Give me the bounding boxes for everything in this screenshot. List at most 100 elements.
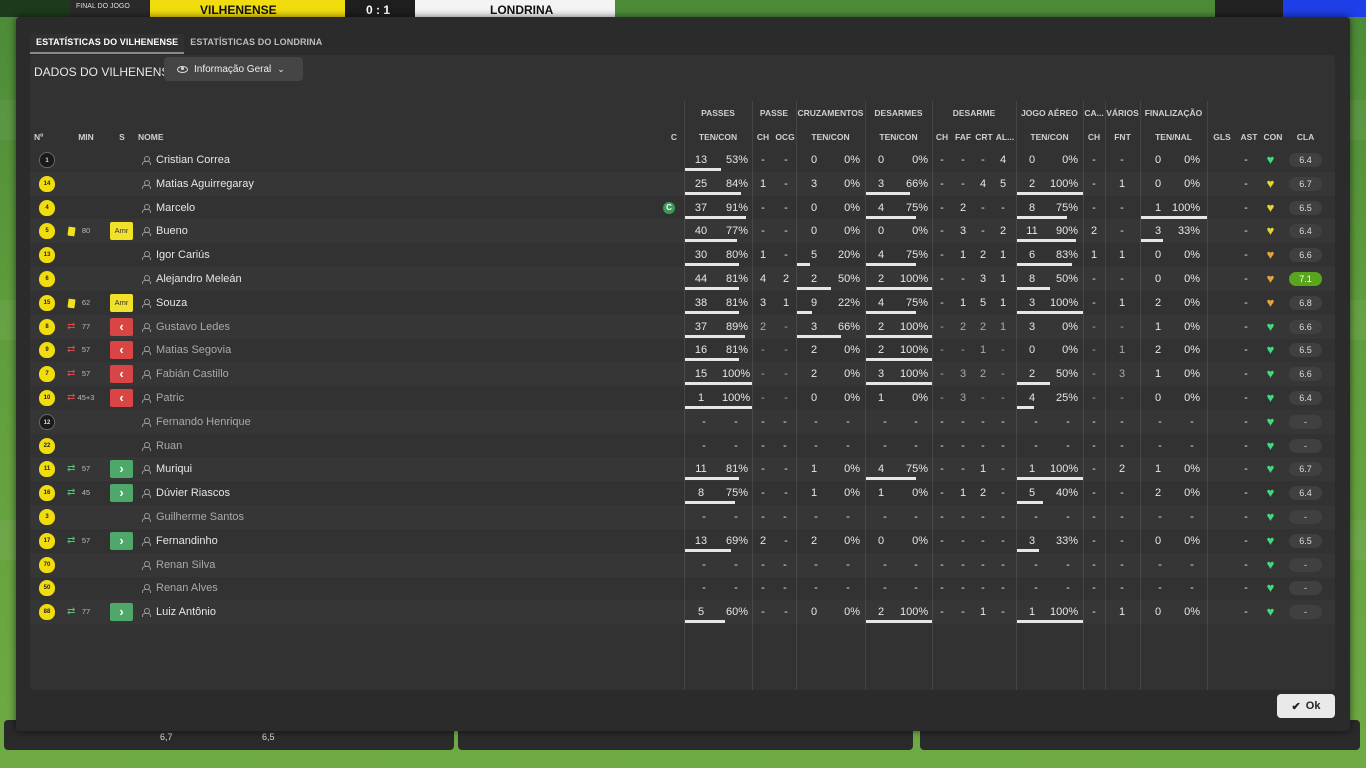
player-name[interactable]: Cristian Correa — [156, 148, 230, 172]
column-header-num[interactable]: Nº — [34, 132, 50, 142]
player-profile-icon[interactable] — [142, 465, 151, 475]
tab-londrina-stats[interactable]: ESTATÍSTICAS DO LONDRINA — [184, 34, 328, 54]
player-name[interactable]: Fabián Castillo — [156, 362, 229, 386]
player-name[interactable]: Souza — [156, 291, 187, 315]
player-row[interactable]: 11 ⇄ 57 › Muriqui 11 81% - -1 0% 4 75% - -1-1 100% -2 1 0… — [30, 457, 1335, 481]
column-header-gls[interactable]: GLS — [1207, 132, 1237, 142]
player-row[interactable]: 4 Marcelo C 37 91% - -0 0% 4 75% -2- -8 75% - -1 100% - ♥… — [30, 196, 1335, 220]
player-profile-icon[interactable] — [142, 179, 151, 189]
column-header-cruz[interactable]: TEN/CON — [796, 132, 865, 142]
column-header-min[interactable]: MIN — [74, 132, 98, 142]
empty-stat: - — [1001, 558, 1005, 571]
player-profile-icon[interactable] — [142, 489, 151, 499]
ok-button[interactable]: ✔ Ok — [1277, 694, 1335, 718]
player-row[interactable]: 70 Renan Silva - - - - - - - - - - - - - - - - - - - ♥ - — [30, 553, 1335, 577]
player-name[interactable]: Matias Segovia — [156, 338, 231, 362]
shirt-icon: 7 — [39, 366, 55, 383]
column-header-final[interactable]: TEN/NAL — [1140, 132, 1207, 142]
stat-c2: 0% — [844, 463, 860, 476]
player-name[interactable]: Gustavo Ledes — [156, 315, 230, 339]
player-profile-icon[interactable] — [142, 560, 151, 570]
player-profile-icon[interactable] — [142, 322, 151, 332]
player-row[interactable]: 7 ⇄ 57 ‹ Fabián Castillo 15 100% - -2 0% 3 100% -3 2-… — [30, 362, 1335, 386]
stat-f1: 2 — [1154, 296, 1162, 309]
stat-cach: - — [1092, 177, 1096, 190]
player-row[interactable]: 1 Cristian Correa 13 53% - -0 0% 0 0% - - -4 0 0% - -0 0… — [30, 148, 1335, 172]
player-name[interactable]: Alejandro Meleán — [156, 267, 242, 291]
stat-crt: 4 — [979, 177, 987, 190]
player-profile-icon[interactable] — [142, 298, 151, 308]
player-name[interactable]: Muriqui — [156, 457, 192, 481]
player-name[interactable]: Marcelo — [156, 196, 195, 220]
player-name[interactable]: Matias Aguirregaray — [156, 172, 254, 196]
player-profile-icon[interactable] — [142, 417, 151, 427]
player-profile-icon[interactable] — [142, 536, 151, 546]
player-row[interactable]: 22 Ruan - - - - - - - - - - - - - - - - - - - ♥ - — [30, 434, 1335, 458]
player-row[interactable]: 13 Igor Cariús 30 80% 1-5 20% 4 75% -1 2 1 6 83% 1 1 0 0… — [30, 243, 1335, 267]
player-name[interactable]: Fernandinho — [156, 529, 218, 553]
player-name[interactable]: Bueno — [156, 219, 188, 243]
column-header-passe-ch[interactable]: CH — [752, 132, 774, 142]
player-name[interactable]: Renan Silva — [156, 553, 215, 577]
column-header-passe-ocg[interactable]: OCG — [774, 132, 796, 142]
player-row[interactable]: 14 Matias Aguirregaray 25 84% 1-3 0% 3 66% - -4 5 2… — [30, 172, 1335, 196]
player-profile-icon[interactable] — [142, 441, 151, 451]
column-header-d-faf[interactable]: FAF — [952, 132, 974, 142]
player-name[interactable]: Igor Cariús — [156, 243, 210, 267]
stat-ch: 4 — [759, 273, 767, 285]
column-header-c[interactable]: C — [666, 132, 682, 142]
empty-stat: - — [783, 415, 787, 428]
player-row[interactable]: 17 ⇄ 57 › Fernandinho 13 69% 2-2 0% 0 0% - - - -3 33% - -… — [30, 529, 1335, 553]
player-row[interactable]: 9 ⇄ 57 ‹ Matias Segovia 16 81% - -2 0% 2 100% - -1-0 0… — [30, 338, 1335, 362]
player-name[interactable]: Renan Alves — [156, 576, 218, 600]
column-header-d-crt[interactable]: CRT — [974, 132, 994, 142]
player-row[interactable]: 12 Fernando Henrique - - - - - - - - - - - - - - - - - - - ♥ - — [30, 410, 1335, 434]
empty-stat: - — [814, 582, 818, 595]
column-header-d-ch[interactable]: CH — [932, 132, 952, 142]
player-profile-icon[interactable] — [142, 203, 151, 213]
progress-bar-a — [1017, 477, 1083, 481]
column-header-con[interactable]: CON — [1261, 132, 1285, 142]
column-header-passes[interactable]: TEN/CON — [684, 132, 752, 142]
view-select-dropdown[interactable]: Informação Geral ⌄ — [164, 57, 303, 81]
player-row[interactable]: 16 ⇄ 45 › Dúvier Riascos 8 75% - -1 0% 1 0% -1 2-5 40%… — [30, 481, 1335, 505]
player-profile-icon[interactable] — [142, 584, 151, 594]
player-row[interactable]: 3 Guilherme Santos - - - - - - - - - - - - - - - - - - - ♥ - — [30, 505, 1335, 529]
column-header-s[interactable]: S — [114, 132, 130, 142]
column-header-ast[interactable]: AST — [1237, 132, 1261, 142]
tab-vilhenense-stats[interactable]: ESTATÍSTICAS DO VILHENENSE — [30, 34, 185, 54]
player-row[interactable]: 6 Alejandro Meleán 44 81% 4 2 2 50% 2 100% - -3 1 8 50… — [30, 267, 1335, 291]
player-profile-icon[interactable] — [142, 156, 151, 165]
player-name[interactable]: Guilherme Santos — [156, 505, 244, 529]
column-header-aereo[interactable]: TEN/CON — [1016, 132, 1083, 142]
player-row[interactable]: 50 Renan Alves - - - - - - - - - - - - - - - - - - - ♥ - — [30, 576, 1335, 600]
player-name[interactable]: Luiz Antônio — [156, 600, 216, 624]
empty-stat: - — [846, 582, 850, 595]
column-header-desarmes[interactable]: TEN/CON — [865, 132, 932, 142]
column-header-d-al[interactable]: AL... — [994, 132, 1016, 142]
player-row[interactable]: 10 ⇄ 45+3 ‹ Patric 1 100% - -0 0% 1 0% -3- -4 25% - -0 0%… — [30, 386, 1335, 410]
player-profile-icon[interactable] — [142, 370, 151, 380]
column-header-ca-ch[interactable]: CH — [1083, 132, 1105, 142]
player-profile-icon[interactable] — [142, 227, 151, 237]
player-profile-icon[interactable] — [142, 513, 151, 522]
column-header-nome[interactable]: NOME — [138, 132, 198, 142]
player-row[interactable]: 88 ⇄ 77 › Luiz Antônio 5 60% - -0 0% 2 100% - -1-1 100… — [30, 600, 1335, 624]
player-profile-icon[interactable] — [142, 608, 151, 618]
empty-stat: - — [1034, 582, 1038, 595]
stat-ocg: - — [784, 201, 788, 214]
player-row[interactable]: 5 80 Amr Bueno 40 77% - -0 0% 0 0% -3-2 11 90% 2-3 33% -… — [30, 219, 1335, 243]
player-name[interactable]: Patric — [156, 386, 184, 410]
player-name[interactable]: Dúvier Riascos — [156, 481, 230, 505]
player-profile-icon[interactable] — [142, 346, 151, 356]
column-header-cla[interactable]: CLA — [1289, 132, 1322, 142]
player-row[interactable]: 15 62 Amr Souza 38 81% 3 1 9 22% 4 75% -1 5 1 3 100% -1 2 0… — [30, 291, 1335, 315]
player-row[interactable]: 8 ⇄ 77 ‹ Gustavo Ledes 37 89% 2-3 66% 2 100% -2 2 1 3 0… — [30, 315, 1335, 339]
player-profile-icon[interactable] — [142, 251, 151, 261]
player-name[interactable]: Ruan — [156, 434, 182, 458]
player-profile-icon[interactable] — [142, 394, 151, 403]
column-header-fnt[interactable]: FNT — [1105, 132, 1140, 142]
stat-cach: - — [1092, 296, 1096, 309]
player-profile-icon[interactable] — [142, 275, 151, 284]
player-name[interactable]: Fernando Henrique — [156, 410, 251, 434]
